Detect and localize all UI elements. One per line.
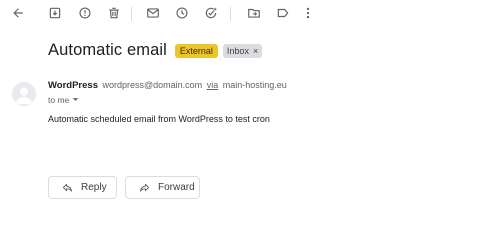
email-toolbar (0, 0, 487, 28)
sender-name: WordPress (48, 80, 98, 91)
inbox-label-text: Inbox (226, 45, 249, 56)
forward-button[interactable]: Forward (125, 176, 200, 199)
report-spam-icon[interactable] (77, 5, 93, 21)
move-to-icon[interactable] (246, 5, 262, 21)
remove-label-icon[interactable]: × (253, 46, 258, 56)
mark-unread-icon[interactable] (145, 5, 161, 21)
toolbar-divider (230, 7, 231, 21)
chevron-down-icon[interactable] (72, 95, 79, 105)
recipient-text: to me (48, 95, 70, 105)
more-options-icon[interactable] (300, 5, 316, 21)
delete-icon[interactable] (106, 5, 122, 21)
sender-row: WordPress wordpress@domain.com via main-… (48, 80, 287, 91)
label-icon[interactable] (275, 5, 291, 21)
add-to-tasks-icon[interactable] (203, 5, 219, 21)
inbox-label-chip: Inbox × (222, 43, 263, 58)
forward-label: Forward (158, 182, 195, 193)
email-body: Automatic scheduled email from WordPress… (48, 114, 270, 124)
reply-button[interactable]: Reply (48, 176, 117, 199)
snooze-icon[interactable] (174, 5, 190, 21)
person-icon (16, 87, 32, 104)
archive-icon[interactable] (47, 5, 63, 21)
subject-row: Automatic email External Inbox × (48, 41, 263, 60)
toolbar-divider (131, 7, 132, 21)
avatar[interactable] (12, 82, 36, 106)
sender-email: wordpress@domain.com (102, 80, 203, 90)
forward-icon (139, 183, 150, 192)
reply-icon (62, 183, 73, 192)
email-subject: Automatic email (48, 41, 167, 59)
reply-label: Reply (81, 182, 107, 193)
via-host: main-hosting.eu (222, 80, 287, 90)
back-arrow-icon[interactable] (10, 5, 26, 21)
recipient-row: to me (48, 95, 79, 105)
via-link[interactable]: via (207, 80, 219, 90)
external-badge: External (174, 43, 218, 58)
